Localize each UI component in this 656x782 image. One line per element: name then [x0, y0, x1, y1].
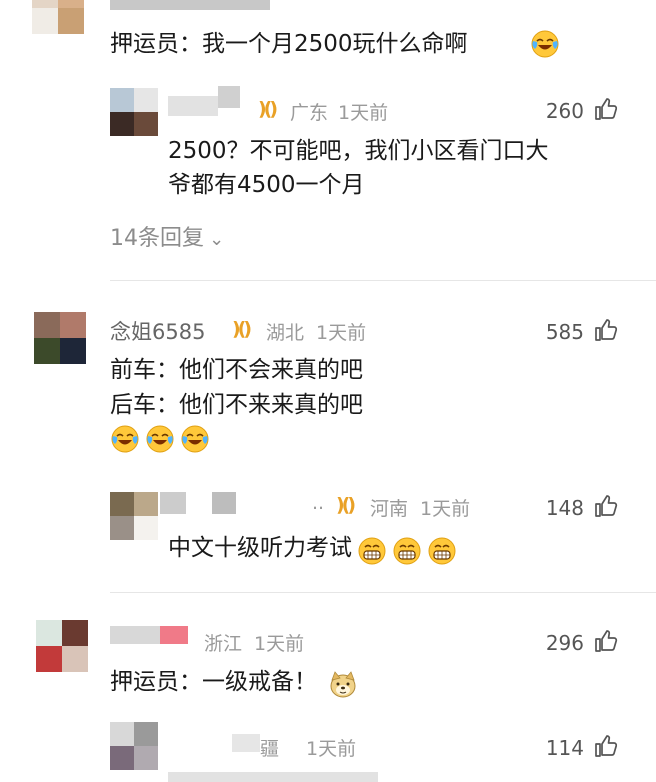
comment-text-row: 押运员：一级戒备！ [110, 664, 358, 700]
comment-location: 广东 [290, 102, 329, 124]
vip-badge-icon: )() [258, 98, 278, 120]
reply-text-obscured [168, 772, 378, 782]
reply-text-line-2: 爷都有4500一个月 [168, 172, 365, 198]
comment-text: 押运员：一级戒备！ [110, 669, 317, 695]
doge-emoji [328, 670, 358, 700]
vip-badge-icon: )() [336, 494, 356, 516]
like-count: 148 [545, 496, 584, 520]
thumbs-up-icon[interactable] [594, 734, 618, 758]
replies-count: 14条回复 [110, 226, 204, 251]
avatar[interactable] [110, 88, 158, 136]
avatar[interactable] [34, 312, 86, 364]
username-obscured [232, 734, 260, 752]
comment-time: 1天前 [338, 102, 389, 124]
username-obscured [212, 492, 236, 514]
comment-location: 浙江 [204, 633, 243, 655]
chevron-down-icon: ⌄ [209, 229, 225, 250]
like-count: 585 [545, 320, 584, 344]
avatar[interactable] [110, 722, 158, 770]
avatar[interactable] [32, 0, 84, 34]
reply-text: 中文十级听力考试 [168, 535, 352, 561]
divider [110, 280, 656, 281]
laugh-cry-emoji [110, 424, 140, 454]
comment-time: 1天前 [254, 633, 305, 655]
thumbs-up-icon[interactable] [594, 629, 618, 653]
comment-location-partial: 疆 [260, 738, 280, 760]
username-obscured [160, 492, 186, 514]
username-obscured [110, 0, 270, 10]
avatar[interactable] [36, 620, 88, 672]
comment-location: 湖北 [266, 322, 305, 344]
thumbs-up-icon[interactable] [594, 494, 618, 518]
laugh-cry-emoji [530, 29, 560, 59]
username-obscured [218, 86, 240, 108]
vip-badge-icon: )() [232, 318, 252, 340]
like-count: 296 [545, 631, 584, 655]
comment-time: 1天前 [306, 738, 357, 760]
username-obscured [160, 626, 188, 644]
thumbs-up-icon[interactable] [594, 318, 618, 342]
laugh-cry-emoji [145, 424, 175, 454]
username-tail: .. [312, 492, 325, 514]
username-obscured [168, 96, 218, 116]
like-count: 114 [545, 736, 584, 760]
username[interactable]: 念姐6585 [110, 316, 205, 346]
divider [110, 592, 656, 593]
grin-emoji [357, 536, 387, 566]
comment-feed: 押运员：我一个月2500玩什么命啊 )() 广东 1天前 260 2500？不可… [0, 0, 656, 782]
grin-emoji [427, 536, 457, 566]
reply-text-row: 中文十级听力考试 [168, 530, 457, 566]
like-count: 260 [545, 99, 584, 123]
comment-text: 押运员：我一个月2500玩什么命啊 [110, 31, 468, 57]
comment-text-line-2: 后车：他们不来来真的吧 [110, 392, 363, 418]
emoji-row [110, 424, 210, 454]
reply-text-line-1: 2500？不可能吧，我们小区看门口大 [168, 138, 549, 164]
comment-time: 1天前 [316, 322, 367, 344]
comment-time: 1天前 [420, 498, 471, 520]
thumbs-up-icon[interactable] [594, 97, 618, 121]
avatar[interactable] [110, 492, 158, 540]
laugh-cry-emoji [180, 424, 210, 454]
comment-text-line-1: 前车：他们不会来真的吧 [110, 357, 363, 383]
comment-location: 河南 [370, 498, 409, 520]
grin-emoji [392, 536, 422, 566]
view-replies-link[interactable]: 14条回复 ⌄ [110, 220, 224, 252]
